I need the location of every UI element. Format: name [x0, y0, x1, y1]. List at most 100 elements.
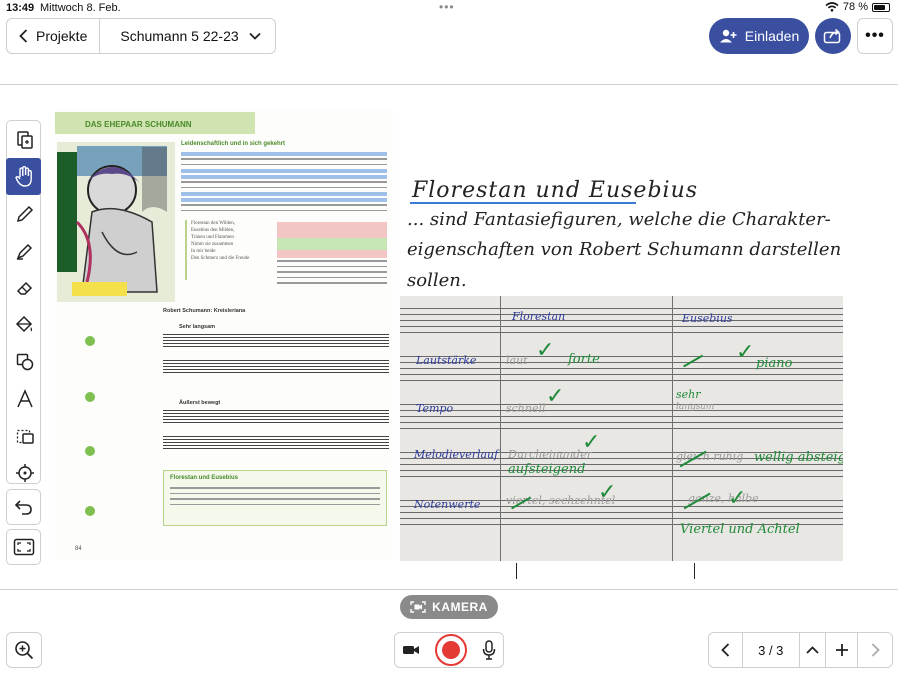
crossed-answer: langsam — [676, 402, 715, 412]
book-header: DAS EHEPAAR SCHUMANN — [85, 120, 192, 129]
handwritten-line[interactable]: ... sind Fantasiefiguren, welche die Cha… — [407, 209, 831, 230]
paragraph-title: Leidenschaftlich und in sich gekehrt — [181, 141, 286, 147]
fit-screen-button[interactable] — [6, 529, 41, 565]
tool-text[interactable] — [7, 380, 42, 417]
chevron-right-icon — [871, 643, 880, 657]
tool-pages[interactable] — [7, 121, 42, 158]
column-header: Florestan — [512, 310, 566, 323]
tool-pen[interactable] — [7, 195, 42, 232]
recording-controls — [394, 632, 504, 668]
share-button[interactable] — [815, 18, 851, 54]
paragraph-text-2 — [277, 260, 387, 288]
project-title-dropdown[interactable]: Schumann 5 22-23 — [100, 19, 274, 53]
textbook-page-image[interactable]: DAS EHEPAAR SCHUMANN Leidenschaftlich un… — [55, 108, 393, 560]
poem-box: Florestan den Wilden, Eusebius den Milde… — [185, 220, 277, 280]
text-icon — [16, 388, 33, 407]
top-bar: Projekte Schumann 5 22-23 Einladen ••• — [0, 18, 898, 58]
worksheet-photo[interactable]: Florestan Eusebius Lautstärke Tempo Melo… — [400, 296, 843, 561]
score-title: Robert Schumann: Kreisleriana — [163, 308, 246, 314]
back-label: Projekte — [36, 28, 88, 44]
poem-line: Eusebius den Milden, — [191, 228, 235, 233]
lasso-select-icon — [16, 429, 34, 444]
correction: piano — [756, 356, 793, 371]
microphone-icon[interactable] — [482, 640, 496, 660]
tool-fill[interactable] — [7, 306, 42, 343]
checkmark-icon: ✓ — [728, 486, 747, 511]
handwritten-title[interactable]: Florestan und Eusebius — [412, 178, 698, 203]
highlight-green — [277, 238, 387, 250]
correction: aufsteigend — [508, 462, 586, 477]
ink-mark — [694, 563, 695, 579]
checkmark-icon: ✓ — [598, 480, 617, 505]
page-navigator: 3 / 3 — [708, 632, 893, 668]
crosshair-icon — [15, 463, 34, 482]
zoom-in-icon — [15, 641, 34, 660]
ellipsis-icon: ••• — [865, 27, 885, 44]
project-title: Schumann 5 22-23 — [120, 28, 239, 44]
info-box-title: Florestan und Eusebius — [170, 475, 239, 481]
add-person-icon — [719, 29, 737, 43]
undo-button[interactable] — [6, 489, 41, 525]
tool-marker[interactable] — [7, 232, 42, 269]
correction: sehr — [676, 388, 701, 401]
task-bubble — [85, 446, 95, 456]
score-staff — [163, 334, 389, 349]
tool-hand[interactable] — [6, 158, 41, 195]
status-right: 78 % — [825, 1, 890, 13]
tool-select[interactable] — [7, 417, 42, 454]
chevron-up-icon — [806, 646, 819, 654]
record-button[interactable] — [434, 634, 467, 666]
camera-frame-icon — [410, 601, 426, 613]
multitasking-dots-icon[interactable]: ••• — [439, 0, 455, 14]
video-camera-icon[interactable] — [402, 644, 420, 656]
invite-label: Einladen — [744, 28, 800, 44]
page-indicator: 3 / 3 — [743, 633, 800, 667]
row-label: Notenwerte — [414, 498, 481, 511]
paragraph-text — [181, 152, 387, 215]
poem-line: Florestan den Wilden, — [191, 221, 236, 226]
task-bubble — [85, 506, 95, 516]
previous-page-button[interactable] — [709, 633, 743, 667]
checkmark-icon: ✓ — [582, 430, 601, 455]
paint-bucket-icon — [15, 315, 32, 332]
tempo-marking-1: Sehr langsam — [179, 324, 216, 330]
camera-button[interactable]: KAMERA — [400, 595, 498, 619]
project-nav: Projekte Schumann 5 22-23 — [6, 18, 276, 54]
handwritten-line[interactable]: eigenschaften von Robert Schumann darste… — [407, 239, 841, 260]
share-icon — [823, 28, 841, 44]
wifi-icon — [825, 2, 839, 12]
more-options-button[interactable]: ••• — [857, 18, 893, 54]
status-bar: 13:49 Mittwoch 8. Feb. ••• 78 % — [0, 0, 898, 18]
add-page-button[interactable] — [826, 633, 859, 667]
checkmark-icon: ✓ — [536, 338, 555, 363]
invite-button[interactable]: Einladen — [709, 18, 809, 54]
poem-line: Tränen und Flammen — [191, 235, 234, 240]
correction: Viertel und Achtel — [680, 522, 800, 537]
poem-line: Den Schmerz und die Freude — [191, 256, 250, 261]
marker-icon — [16, 243, 32, 260]
tool-eraser[interactable] — [7, 269, 42, 306]
page-list-toggle[interactable] — [800, 633, 826, 667]
chevron-left-icon — [19, 29, 28, 43]
crossed-answer: Durcheinander — [508, 448, 592, 461]
tool-palette — [6, 120, 41, 484]
score-staff — [163, 360, 389, 375]
handwritten-line[interactable]: sollen. — [407, 270, 467, 291]
column-header: Eusebius — [682, 312, 733, 325]
correction: forte — [568, 352, 600, 367]
back-button[interactable]: Projekte — [7, 19, 99, 53]
row-label: Tempo — [416, 402, 454, 415]
zoom-button[interactable] — [6, 632, 42, 668]
tool-pointer[interactable] — [7, 454, 42, 491]
tool-shapes[interactable] — [7, 343, 42, 380]
task-bubble — [85, 392, 95, 402]
score-staff — [163, 436, 389, 451]
row-label: Lautstärke — [416, 354, 477, 367]
next-page-button[interactable] — [858, 633, 892, 667]
page-number: 84 — [75, 546, 82, 552]
battery-icon — [872, 2, 890, 12]
row-label: Melodieverlauf — [414, 448, 499, 461]
book-header-band: DAS EHEPAAR SCHUMANN — [55, 112, 255, 134]
chevron-left-icon — [721, 643, 730, 657]
camera-label: KAMERA — [432, 600, 488, 614]
